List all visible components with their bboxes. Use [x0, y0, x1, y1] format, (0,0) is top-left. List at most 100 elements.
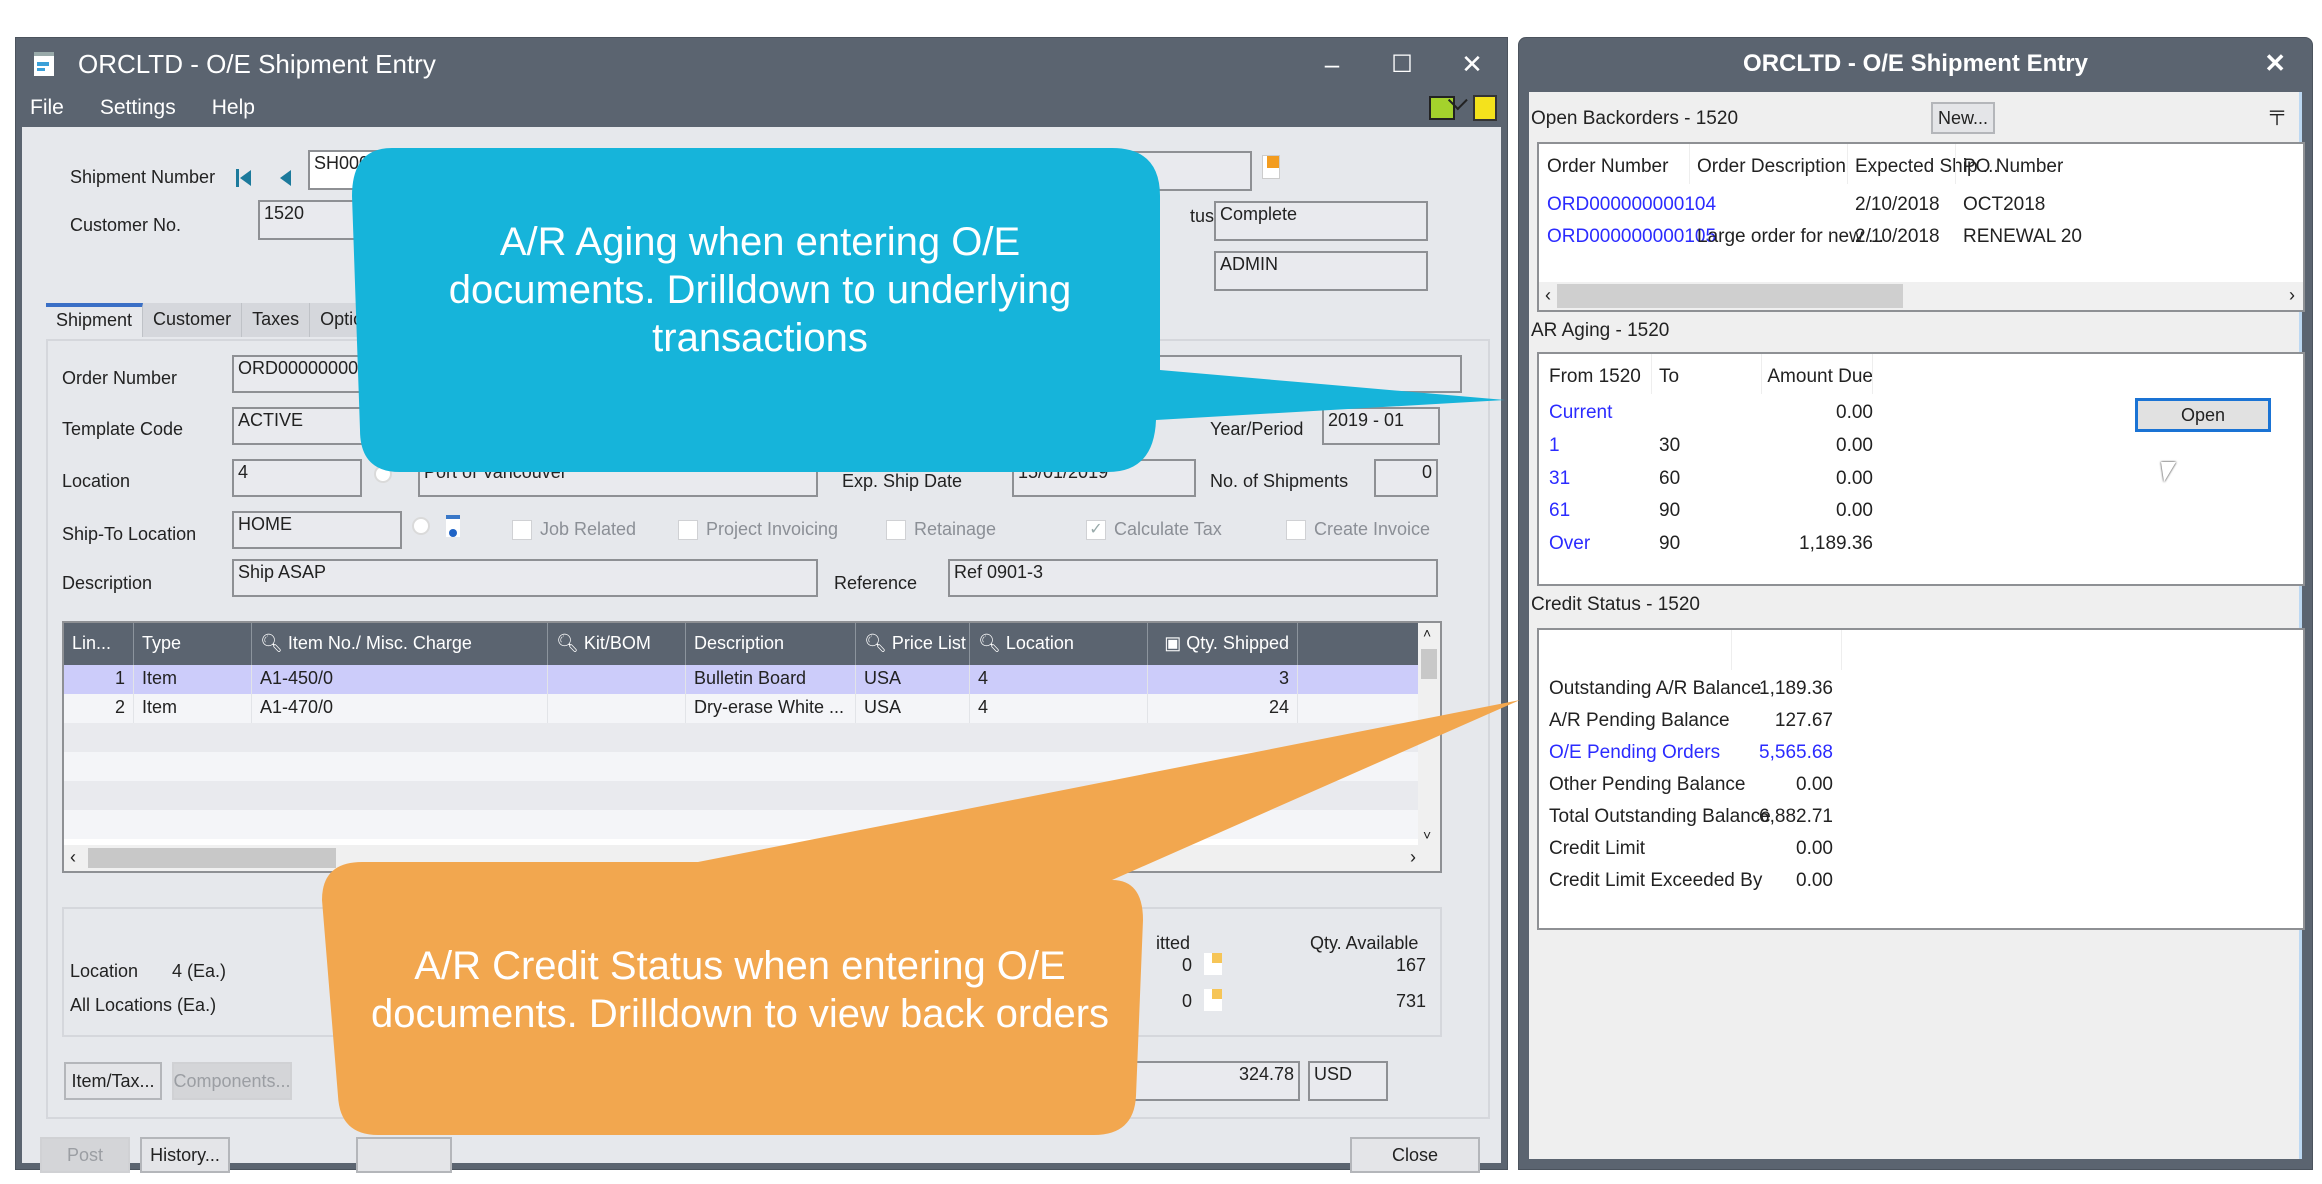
- bo-scroll-thumb[interactable]: [1557, 284, 1903, 308]
- aging-bucket-link[interactable]: 1: [1549, 435, 1560, 457]
- col-line[interactable]: Lin...: [64, 623, 134, 665]
- post-button[interactable]: Post: [40, 1137, 130, 1173]
- project-invoicing-box[interactable]: [678, 519, 698, 540]
- location-description: Port of Vancouver: [418, 459, 818, 497]
- bo-order-link[interactable]: ORD000000000105: [1547, 226, 1716, 248]
- grid-row[interactable]: 1 Item A1-450/0 Bulletin Board USA 4 3: [64, 665, 1440, 694]
- minimize-button[interactable]: –: [1297, 49, 1367, 80]
- col-description[interactable]: Description: [686, 623, 856, 665]
- grid-row-empty[interactable]: [64, 781, 1440, 810]
- committed-drilldown-icon[interactable]: [1204, 953, 1222, 975]
- shipment-number-label: Shipment Number: [70, 167, 216, 187]
- side-close-button[interactable]: ✕: [2264, 48, 2286, 79]
- bo-col-order-number[interactable]: Order Number: [1547, 156, 1668, 178]
- ship-to-finder-icon[interactable]: [412, 517, 430, 535]
- location-input[interactable]: 4: [232, 459, 362, 497]
- mail-icon[interactable]: [1429, 90, 1468, 120]
- bo-scroll-right-icon[interactable]: ›: [2289, 285, 2295, 306]
- previous-record-icon[interactable]: [280, 170, 291, 186]
- pin-icon[interactable]: ╤: [2259, 102, 2295, 125]
- order-number-input[interactable]: ORD00000000: [232, 355, 432, 393]
- v-scroll-thumb[interactable]: [1421, 649, 1437, 679]
- notes-icon[interactable]: [1473, 95, 1497, 121]
- template-code-input[interactable]: ACTIVE: [232, 407, 382, 445]
- scroll-down-icon[interactable]: ˅: [1423, 827, 1431, 843]
- first-record-icon[interactable]: [236, 167, 252, 189]
- cell-type: Item: [134, 665, 252, 694]
- scroll-up-icon[interactable]: ˄: [1423, 625, 1431, 641]
- item-tax-button[interactable]: Item/Tax...: [64, 1062, 162, 1100]
- bo-col-order-description[interactable]: Order Description: [1697, 156, 1846, 178]
- tab-taxes[interactable]: Taxes: [242, 303, 311, 337]
- bo-scroll-left-icon[interactable]: ‹: [1545, 285, 1551, 306]
- aging-bucket-link[interactable]: Current: [1549, 402, 1612, 424]
- bo-col-po-number[interactable]: PO Number: [1963, 156, 2063, 178]
- tab-customer[interactable]: Customer: [143, 303, 243, 337]
- bo-order-link[interactable]: ORD000000000104: [1547, 194, 1716, 216]
- col-type[interactable]: Type: [134, 623, 252, 665]
- aging-bucket-link[interactable]: 61: [1549, 500, 1570, 522]
- maximize-button[interactable]: ☐: [1367, 50, 1437, 79]
- scroll-thumb[interactable]: [88, 848, 336, 868]
- scroll-left-icon[interactable]: ‹: [70, 847, 76, 868]
- shipment-extra-input[interactable]: [982, 151, 1252, 191]
- history-button[interactable]: History...: [140, 1137, 230, 1173]
- grid-row[interactable]: 2 Item A1-470/0 Dry-erase White ... USA …: [64, 694, 1440, 723]
- components-button[interactable]: Components...: [172, 1062, 292, 1100]
- grid-vertical-scrollbar[interactable]: ˄ ˅: [1418, 623, 1440, 845]
- job-related-box[interactable]: [512, 519, 532, 540]
- calculate-tax-checkbox[interactable]: ✓ Calculate Tax: [1086, 519, 1222, 540]
- reference-input[interactable]: Ref 0901-3: [948, 559, 1438, 597]
- grid-row-empty[interactable]: [64, 723, 1440, 752]
- ship-to-input[interactable]: HOME: [232, 511, 402, 549]
- close-window-button[interactable]: ✕: [1437, 49, 1507, 80]
- oe-pending-orders-link[interactable]: O/E Pending Orders: [1549, 742, 1720, 764]
- project-invoicing-checkbox[interactable]: Project Invoicing: [678, 519, 838, 540]
- retainage-box[interactable]: [886, 519, 906, 540]
- aging-amount: 0.00: [1836, 468, 1873, 489]
- drilldown-icon[interactable]: [1262, 155, 1280, 179]
- new-button[interactable]: New...: [1931, 102, 1995, 134]
- aging-bucket-link[interactable]: Over: [1549, 533, 1590, 555]
- create-invoice-checkbox[interactable]: Create Invoice: [1286, 519, 1430, 540]
- col-kit-bom[interactable]: 🔍︎ Kit/BOM: [548, 623, 686, 665]
- tab-shipment[interactable]: Shipment: [46, 303, 144, 337]
- menu-bar: File Settings Help: [16, 90, 1507, 126]
- oe-pending-orders-value-link[interactable]: 5,565.68: [1759, 742, 1833, 764]
- job-related-checkbox[interactable]: Job Related: [512, 519, 636, 540]
- menu-help[interactable]: Help: [212, 96, 255, 120]
- menu-file[interactable]: File: [30, 96, 64, 120]
- ship-to-info-icon[interactable]: [446, 515, 460, 537]
- col-price-list[interactable]: 🔍︎ Price List: [856, 623, 970, 665]
- open-button[interactable]: Open: [2135, 398, 2271, 432]
- aging-col-amount[interactable]: Amount Due: [1767, 366, 1873, 388]
- grid-row-empty[interactable]: [64, 810, 1440, 839]
- menu-settings[interactable]: Settings: [100, 96, 176, 120]
- location-finder-icon[interactable]: [374, 465, 392, 483]
- template-extra-input[interactable]: [1067, 407, 1127, 445]
- col-item-no[interactable]: 🔍︎ Item No./ Misc. Charge: [252, 623, 548, 665]
- bo-horizontal-scrollbar[interactable]: ‹ ›: [1539, 282, 2303, 310]
- year-period-input[interactable]: 2019 - 01: [1322, 407, 1440, 445]
- aging-col-from[interactable]: From 1520: [1549, 366, 1641, 388]
- description-input[interactable]: Ship ASAP: [232, 559, 818, 597]
- grid-horizontal-scrollbar[interactable]: ‹ ›: [64, 845, 1440, 871]
- committed-all-drilldown-icon[interactable]: [1204, 989, 1222, 1011]
- grid-row-empty[interactable]: [64, 752, 1440, 781]
- hidden-middle-button[interactable]: [356, 1137, 452, 1173]
- exp-ship-date-input[interactable]: 15/01/2019: [1012, 459, 1196, 497]
- create-invoice-box[interactable]: [1286, 519, 1306, 540]
- tab-options[interactable]: Optio: [310, 303, 375, 337]
- scroll-right-icon[interactable]: ›: [1410, 847, 1416, 868]
- order-extra-input[interactable]: [1142, 355, 1462, 393]
- close-button[interactable]: Close: [1350, 1137, 1480, 1173]
- aging-bucket-link[interactable]: 31: [1549, 468, 1570, 490]
- shipment-number-input[interactable]: SH000: [308, 150, 758, 190]
- col-qty-shipped[interactable]: ▣ Qty. Shipped: [1148, 623, 1298, 665]
- aging-col-to[interactable]: To: [1659, 366, 1679, 388]
- calculate-tax-label: Calculate Tax: [1114, 519, 1222, 539]
- calculate-tax-box[interactable]: ✓: [1086, 519, 1106, 540]
- retainage-checkbox[interactable]: Retainage: [886, 519, 996, 540]
- status-label: tus: [1190, 206, 1215, 226]
- col-location[interactable]: 🔍︎ Location: [970, 623, 1148, 665]
